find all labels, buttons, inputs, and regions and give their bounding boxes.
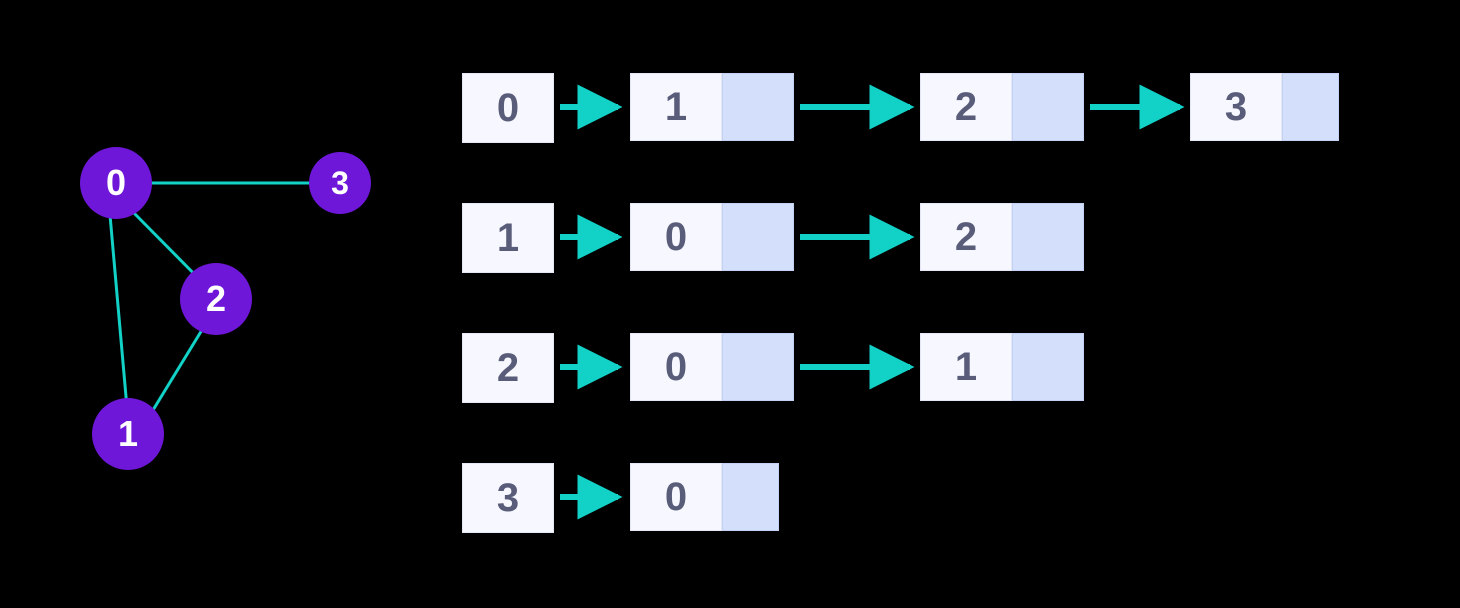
adj-node-value: 0 — [630, 333, 722, 401]
adj-node-value: 2 — [920, 73, 1012, 141]
adj-node-pointer — [1282, 73, 1339, 141]
adj-node-pointer — [1012, 73, 1084, 141]
adj-node-pointer — [1012, 203, 1084, 271]
graph-node-1: 1 — [92, 398, 164, 470]
adj-head-3: 3 — [462, 463, 554, 533]
adj-node-3-0: 0 — [630, 463, 779, 531]
adj-head-0: 0 — [462, 73, 554, 143]
adj-node-pointer — [722, 463, 779, 531]
adj-node-1-1: 2 — [920, 203, 1084, 271]
graph-node-3: 3 — [309, 152, 371, 214]
graph-node-2: 2 — [180, 263, 252, 335]
adj-head-2: 2 — [462, 333, 554, 403]
adj-node-pointer — [722, 333, 794, 401]
adj-head-1: 1 — [462, 203, 554, 273]
adj-node-value: 0 — [630, 463, 722, 531]
adj-node-value: 1 — [630, 73, 722, 141]
adj-node-pointer — [1012, 333, 1084, 401]
diagram-stage: 0 3 2 1 0 1 2 3 1 0 2 2 0 1 3 0 — [0, 0, 1460, 608]
adj-node-2-1: 1 — [920, 333, 1084, 401]
adj-node-0-0: 1 — [630, 73, 794, 141]
adj-node-1-0: 0 — [630, 203, 794, 271]
adj-node-pointer — [722, 73, 794, 141]
adj-node-0-2: 3 — [1190, 73, 1339, 141]
graph-node-0: 0 — [80, 147, 152, 219]
adj-node-2-0: 0 — [630, 333, 794, 401]
adj-node-0-1: 2 — [920, 73, 1084, 141]
adj-node-value: 1 — [920, 333, 1012, 401]
adj-node-value: 0 — [630, 203, 722, 271]
adj-node-value: 2 — [920, 203, 1012, 271]
adj-node-value: 3 — [1190, 73, 1282, 141]
adj-node-pointer — [722, 203, 794, 271]
